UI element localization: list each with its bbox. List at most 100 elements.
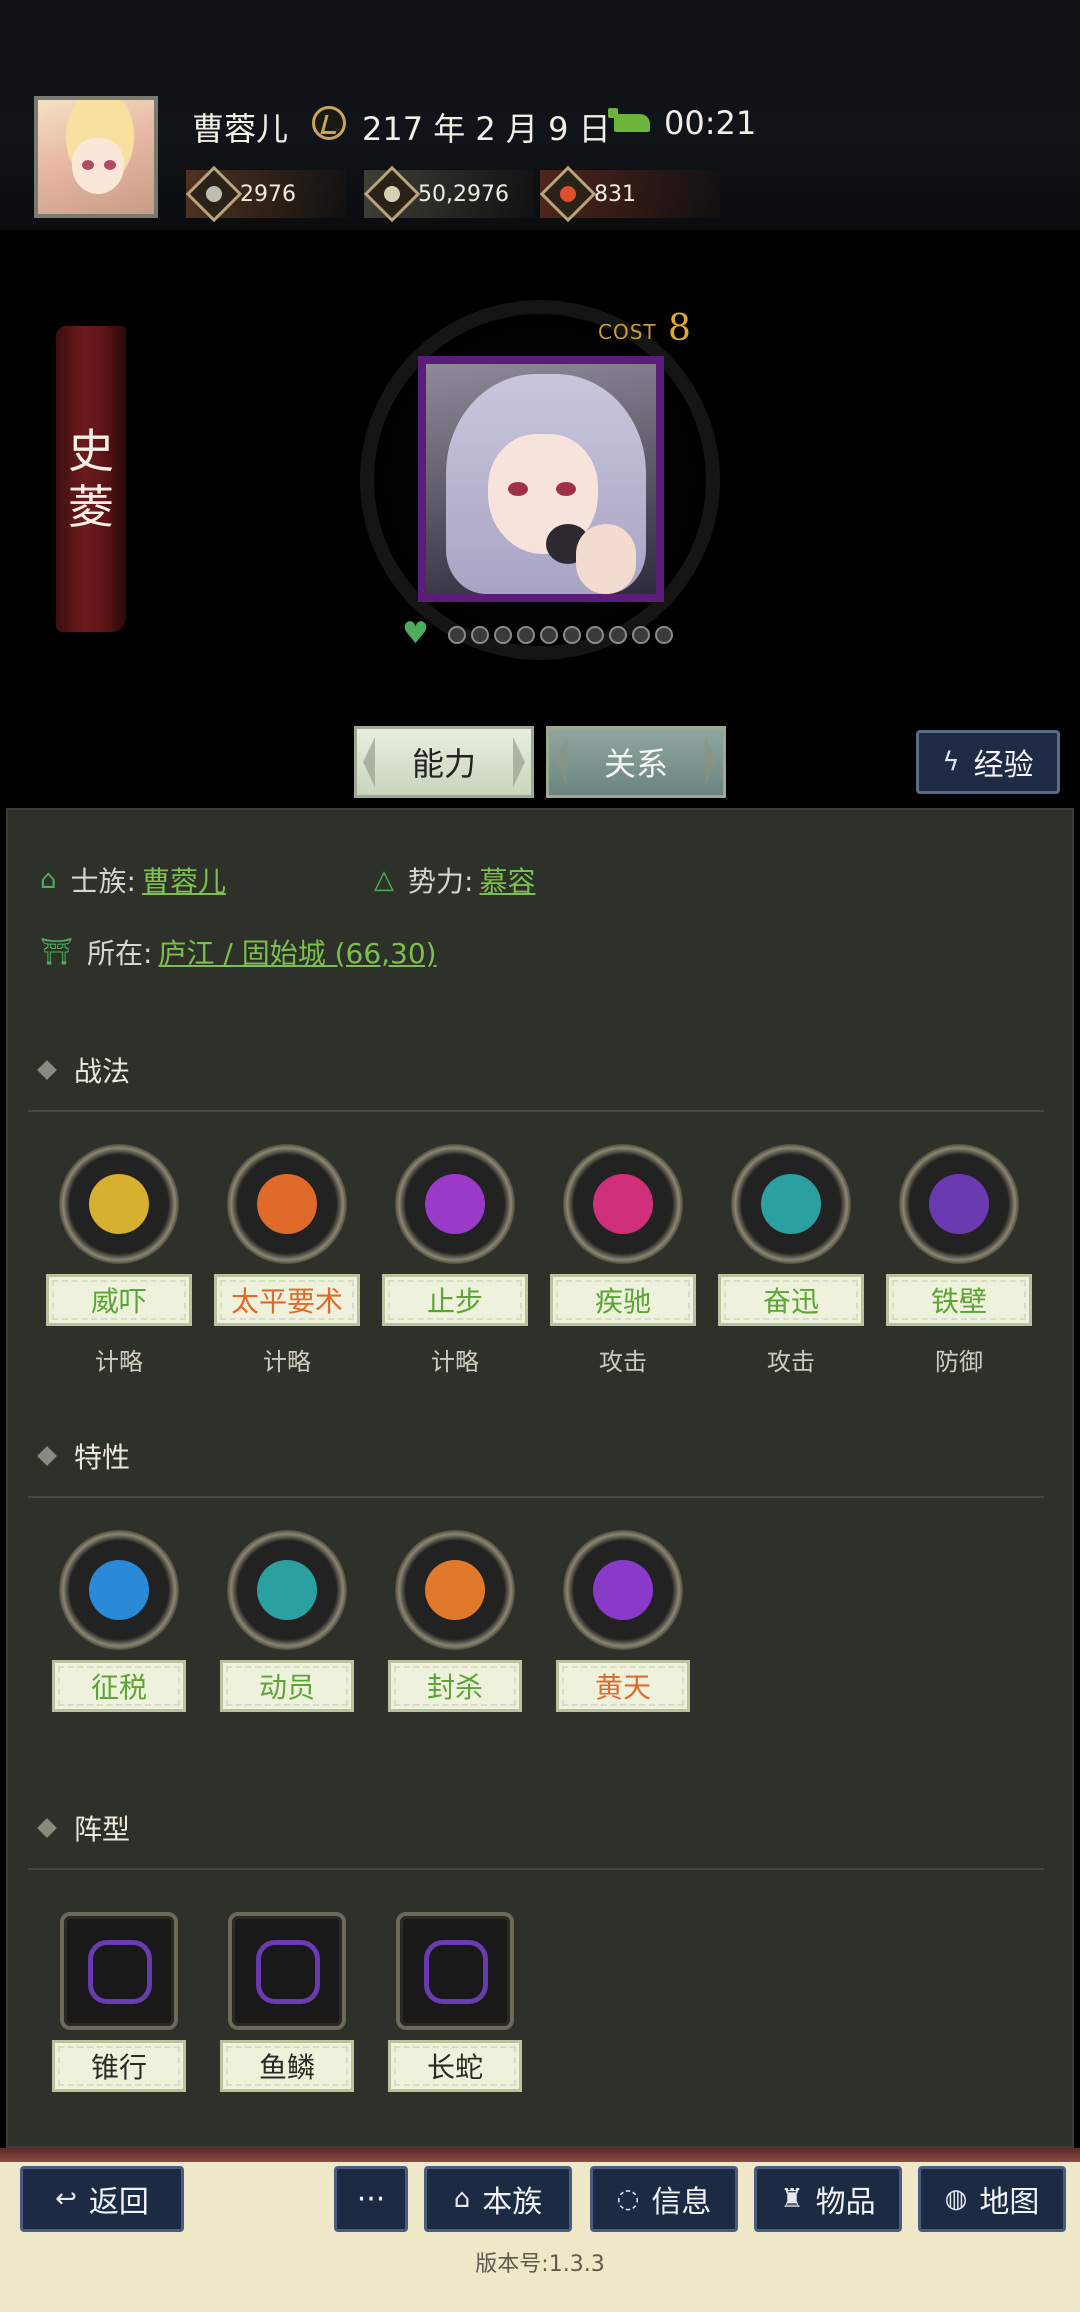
formation-item[interactable]: 锥行 [52, 1912, 186, 2092]
tactic-icon[interactable] [563, 1144, 683, 1264]
compass-icon: ◍ [944, 2184, 968, 2214]
trait-name[interactable]: 征税 [52, 1660, 186, 1712]
city-gate-icon: ⛩ [40, 937, 74, 967]
tactic-icon[interactable] [227, 1144, 347, 1264]
clan-icon: ⌂ [453, 2184, 471, 2214]
tactic-symbol [929, 1174, 989, 1234]
section-traits-title: 特性 [74, 1441, 131, 1474]
tactic-symbol [257, 1174, 317, 1234]
tactic-symbol [593, 1174, 653, 1234]
trait-icon[interactable] [395, 1530, 515, 1650]
loyalty-dot [517, 626, 535, 644]
formation-item[interactable]: 长蛇 [388, 1912, 522, 2092]
tactic-item[interactable]: 止步 计略 [382, 1144, 528, 1377]
tactic-symbol [425, 1174, 485, 1234]
tab-relation[interactable]: 关系 [546, 726, 726, 798]
back-button[interactable]: ↩ 返回 [20, 2166, 184, 2232]
grain-icon [363, 165, 421, 223]
diamond-icon [37, 1446, 57, 1466]
tactic-name[interactable]: 铁壁 [886, 1274, 1032, 1326]
formation-name[interactable]: 锥行 [52, 2040, 186, 2092]
character-name-banner: 史 菱 [56, 326, 126, 632]
location-label: 所在: [87, 937, 153, 970]
return-arrow-icon: ↩ [55, 2184, 77, 2214]
tactic-icon[interactable] [59, 1144, 179, 1264]
resource-fire-value: 831 [594, 181, 636, 207]
game-date: 217 年 2 月 9 日 [362, 110, 611, 148]
trait-symbol [89, 1560, 149, 1620]
map-nav-button[interactable]: ◍ 地图 [918, 2166, 1066, 2232]
trait-item[interactable]: 黄天 [556, 1530, 690, 1712]
clan-label: 士族: [70, 865, 136, 898]
experience-button[interactable]: ϟ 经验 [916, 730, 1060, 794]
clan-link[interactable]: 曹蓉儿 [142, 860, 226, 900]
fire-gem-icon [539, 165, 597, 223]
faction-row: △ 势力: 慕容 [374, 860, 535, 900]
tactic-icon[interactable] [899, 1144, 1019, 1264]
formation-name[interactable]: 长蛇 [388, 2040, 522, 2092]
trait-name[interactable]: 封杀 [388, 1660, 522, 1712]
player-avatar[interactable] [34, 96, 158, 218]
resource-silver: 2976 [185, 165, 346, 223]
trait-icon[interactable] [563, 1530, 683, 1650]
section-formations: 阵型 [37, 1808, 130, 1848]
formation-icon[interactable] [228, 1912, 346, 2030]
formation-icon[interactable] [396, 1912, 514, 2030]
info-nav-button[interactable]: ◌ 信息 [590, 2166, 738, 2232]
section-tactics-title: 战法 [74, 1055, 131, 1088]
tactic-item[interactable]: 威吓 计略 [46, 1144, 192, 1377]
tactic-item[interactable]: 太平要术 计略 [214, 1144, 360, 1377]
tactic-name[interactable]: 疾驰 [550, 1274, 696, 1326]
tactic-item[interactable]: 铁壁 防御 [886, 1144, 1032, 1377]
tactic-kind: 计略 [95, 1348, 143, 1376]
tactic-icon[interactable] [731, 1144, 851, 1264]
tactic-name[interactable]: 止步 [382, 1274, 528, 1326]
tactic-icon[interactable] [395, 1144, 515, 1264]
trait-item[interactable]: 动员 [220, 1530, 354, 1712]
divider [28, 1110, 1044, 1112]
horse-icon [608, 108, 650, 132]
character-portrait[interactable] [418, 356, 664, 602]
diamond-icon [37, 1818, 57, 1838]
trait-icon[interactable] [59, 1530, 179, 1650]
formation-icon[interactable] [60, 1912, 178, 2030]
divider [28, 1868, 1044, 1870]
tactic-name[interactable]: 威吓 [46, 1274, 192, 1326]
cost-value: 8 [668, 308, 691, 349]
trait-name[interactable]: 动员 [220, 1660, 354, 1712]
formation-symbol [424, 1940, 488, 2004]
items-nav-label: 物品 [815, 2185, 876, 2220]
loyalty-dots [448, 626, 673, 644]
tactic-name[interactable]: 奋迅 [718, 1274, 864, 1326]
formation-symbol [88, 1940, 152, 2004]
tactic-item[interactable]: 奋迅 攻击 [718, 1144, 864, 1377]
formation-item[interactable]: 鱼鳞 [220, 1912, 354, 2092]
clan-nav-button[interactable]: ⌂ 本族 [424, 2166, 572, 2232]
tactic-name[interactable]: 太平要术 [214, 1274, 360, 1326]
section-tactics: 战法 [37, 1050, 131, 1090]
loyalty-dot [494, 626, 512, 644]
top-status-bar: 曹蓉儿 217 年 2 月 9 日 00:21 2976 50,2976 831 [0, 0, 1080, 230]
trait-icon[interactable] [227, 1530, 347, 1650]
more-button[interactable]: ··· [334, 2166, 408, 2232]
trait-item[interactable]: 封杀 [388, 1530, 522, 1712]
player-name: 曹蓉儿 [192, 110, 289, 148]
formation-symbol [256, 1940, 320, 2004]
clan-row: ⌂ 士族: 曹蓉儿 [40, 860, 226, 900]
chat-icon: ◌ [616, 2184, 640, 2214]
formation-name[interactable]: 鱼鳞 [220, 2040, 354, 2092]
items-nav-button[interactable]: ♜ 物品 [754, 2166, 902, 2232]
trait-name[interactable]: 黄天 [556, 1660, 690, 1712]
tab-ability[interactable]: 能力 [354, 726, 534, 798]
loyalty-dot [609, 626, 627, 644]
trait-symbol [593, 1560, 653, 1620]
resource-fire: 831 [539, 165, 720, 223]
silver-coin-icon [185, 165, 243, 223]
location-link[interactable]: 庐江 / 固始城 (66,30) [158, 932, 436, 972]
trait-item[interactable]: 征税 [52, 1530, 186, 1712]
loyalty-dot [586, 626, 604, 644]
tactic-item[interactable]: 疾驰 攻击 [550, 1144, 696, 1377]
character-name-char-1: 史 [68, 424, 114, 478]
faction-link[interactable]: 慕容 [479, 860, 535, 900]
resource-silver-value: 2976 [240, 181, 296, 207]
